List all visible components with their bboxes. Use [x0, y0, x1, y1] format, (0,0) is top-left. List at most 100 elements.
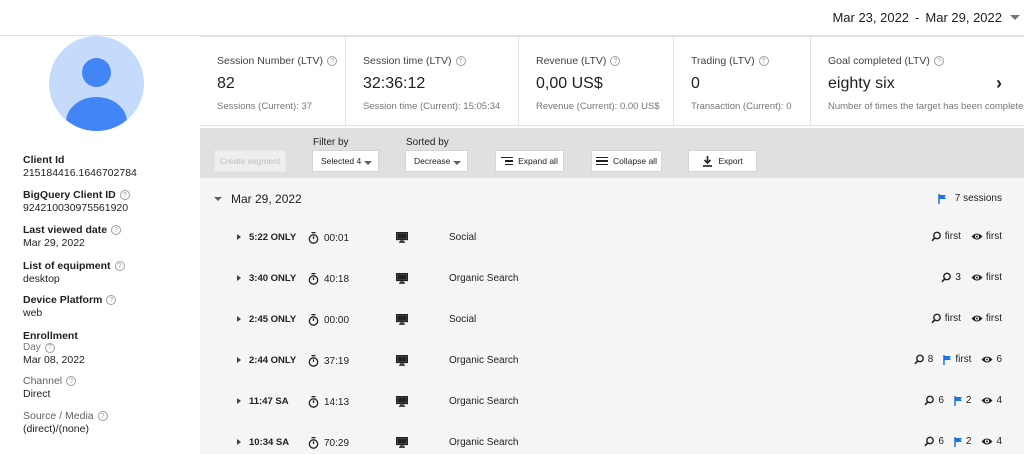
export-button[interactable]: Export	[688, 150, 757, 172]
expand-row-icon[interactable]	[237, 439, 241, 445]
desktop-icon	[396, 355, 408, 366]
metric-label: Goal completed (LTV)	[828, 55, 930, 67]
session-stats: 6 2 4	[924, 395, 1002, 406]
help-icon[interactable]: ?	[106, 295, 117, 305]
eye-icon	[981, 396, 993, 405]
session-time: 2:44 ONLY	[249, 355, 297, 366]
eye-icon	[971, 232, 983, 241]
sort-select[interactable]: Decrease	[405, 150, 468, 172]
session-stat-value: 3	[955, 272, 961, 283]
sort-select-value: Decrease	[414, 156, 451, 166]
session-time: 2:45 ONLY	[249, 314, 297, 325]
session-time: 11:47 SA	[249, 396, 289, 407]
session-row[interactable]: 2:44 ONLY 37:19 Organic Search 8 first 6	[200, 343, 1024, 384]
top-bar: Mar 23, 2022 - Mar 29, 2022	[0, 0, 1024, 36]
sorted-by-label: Sorted by	[406, 137, 449, 148]
help-icon[interactable]: ?	[111, 225, 122, 235]
metric-value: 82	[217, 75, 235, 92]
session-row[interactable]: 10:34 SA 70:29 Organic Search 6 2 4	[200, 425, 1024, 454]
last-viewed-label: Last viewed date	[23, 224, 108, 236]
session-row[interactable]: 2:45 ONLY 00:00 Social first first	[200, 302, 1024, 343]
desktop-icon	[396, 232, 408, 243]
metric-sub: Sessions (Current): 37	[217, 101, 313, 112]
session-stat: first	[971, 272, 1002, 283]
help-icon[interactable]: ?	[327, 56, 338, 66]
filter-select-value: Selected 4	[321, 156, 362, 166]
chevron-down-icon	[1010, 15, 1020, 20]
enrollment-field: Enrollment Day? Mar 08, 2022	[23, 330, 85, 366]
day-group-header[interactable]: Mar 29, 2022 7 sessions	[200, 178, 1024, 220]
day-date: Mar 29, 2022	[231, 192, 302, 206]
create-segment-button[interactable]: Create segment	[214, 150, 286, 172]
session-stats: 8 first 6	[914, 354, 1002, 365]
help-icon[interactable]: ?	[610, 56, 621, 66]
session-stat-value: 6	[996, 354, 1002, 365]
chevron-right-icon[interactable]: ›	[996, 73, 1002, 94]
session-source: Organic Search	[449, 396, 519, 407]
expand-icon	[501, 156, 514, 166]
channel-value: Direct	[23, 388, 51, 400]
timer-icon	[308, 314, 319, 326]
filter-select[interactable]: Selected 4	[312, 150, 379, 172]
help-icon[interactable]: ?	[44, 342, 55, 353]
help-icon[interactable]: ?	[933, 56, 944, 66]
collapse-all-button[interactable]: Collapse all	[591, 150, 662, 172]
session-duration: 00:00	[324, 314, 350, 326]
download-icon	[703, 155, 713, 167]
sessions-list: Mar 29, 2022 7 sessions 5:22 ONLY 00:01 …	[200, 178, 1024, 454]
session-row[interactable]: 5:22 ONLY 00:01 Social first first	[200, 220, 1024, 261]
collapse-icon	[596, 156, 609, 166]
session-duration: 70:29	[324, 437, 350, 449]
expand-row-icon[interactable]	[237, 275, 241, 281]
metric-value: 32:36:12	[363, 75, 426, 92]
chevron-down-icon	[364, 161, 372, 165]
session-stat: 6	[924, 395, 944, 406]
session-stat-value: first	[944, 313, 961, 324]
expand-row-icon[interactable]	[237, 234, 241, 240]
session-duration: 00:01	[324, 232, 350, 244]
session-row[interactable]: 3:40 ONLY 40:18 Organic Search 3 first	[200, 261, 1024, 302]
expand-row-icon[interactable]	[237, 357, 241, 363]
help-icon[interactable]: ?	[119, 190, 130, 200]
session-source: Social	[449, 314, 477, 325]
metric-label: Session time (LTV)	[363, 55, 452, 67]
chevron-down-icon	[453, 161, 461, 165]
session-stat: first	[971, 313, 1002, 324]
chevron-down-icon[interactable]	[214, 197, 222, 201]
source-media-field: Source / Media? (direct)/(none)	[23, 410, 108, 435]
help-icon[interactable]: ?	[97, 411, 108, 421]
metric-session-number: Session Number (LTV)? 82 Sessions (Curre…	[200, 37, 346, 125]
session-time: 5:22 ONLY	[249, 232, 297, 243]
bigquery-client-id-label: BigQuery Client ID	[23, 189, 116, 201]
session-stat-value: 2	[965, 436, 972, 447]
desktop-icon	[396, 314, 408, 325]
session-stat-value: 4	[996, 395, 1002, 406]
metrics-bar: Session Number (LTV)? 82 Sessions (Curre…	[200, 36, 1024, 126]
eye-icon	[971, 314, 983, 323]
session-source: Organic Search	[449, 273, 519, 284]
help-icon[interactable]: ?	[114, 261, 125, 271]
session-row[interactable]: 11:47 SA 14:13 Organic Search 6 2 4	[200, 384, 1024, 425]
session-duration: 40:18	[324, 273, 350, 285]
client-id-value: 215184416.1646702784	[23, 167, 137, 179]
session-stat: 8	[914, 354, 934, 365]
session-stat: first	[931, 313, 961, 324]
session-stat-value: first	[985, 313, 1002, 324]
date-range-end: Mar 29, 2022	[925, 10, 1002, 25]
expand-all-button[interactable]: Expand all	[495, 150, 564, 172]
date-range-picker[interactable]: Mar 23, 2022 - Mar 29, 2022	[832, 10, 1020, 25]
equipment-field: List of equipment? desktop	[23, 260, 125, 285]
help-icon[interactable]: ?	[758, 56, 769, 66]
metric-goal-completed: Goal completed (LTV)? eighty six Number …	[811, 37, 1024, 125]
session-stat-value: 8	[927, 354, 934, 365]
metric-revenue: Revenue (LTV)? 0,00 US$ Revenue (Current…	[519, 37, 674, 125]
desktop-icon	[396, 273, 408, 284]
search-icon	[941, 272, 952, 283]
help-icon[interactable]: ?	[455, 56, 466, 66]
help-icon[interactable]: ?	[66, 376, 77, 386]
expand-row-icon[interactable]	[237, 398, 241, 404]
session-stat: 3	[941, 272, 961, 283]
expand-row-icon[interactable]	[237, 316, 241, 322]
device-platform-label: Device Platform	[23, 294, 103, 306]
session-stats: first first	[931, 231, 1002, 242]
